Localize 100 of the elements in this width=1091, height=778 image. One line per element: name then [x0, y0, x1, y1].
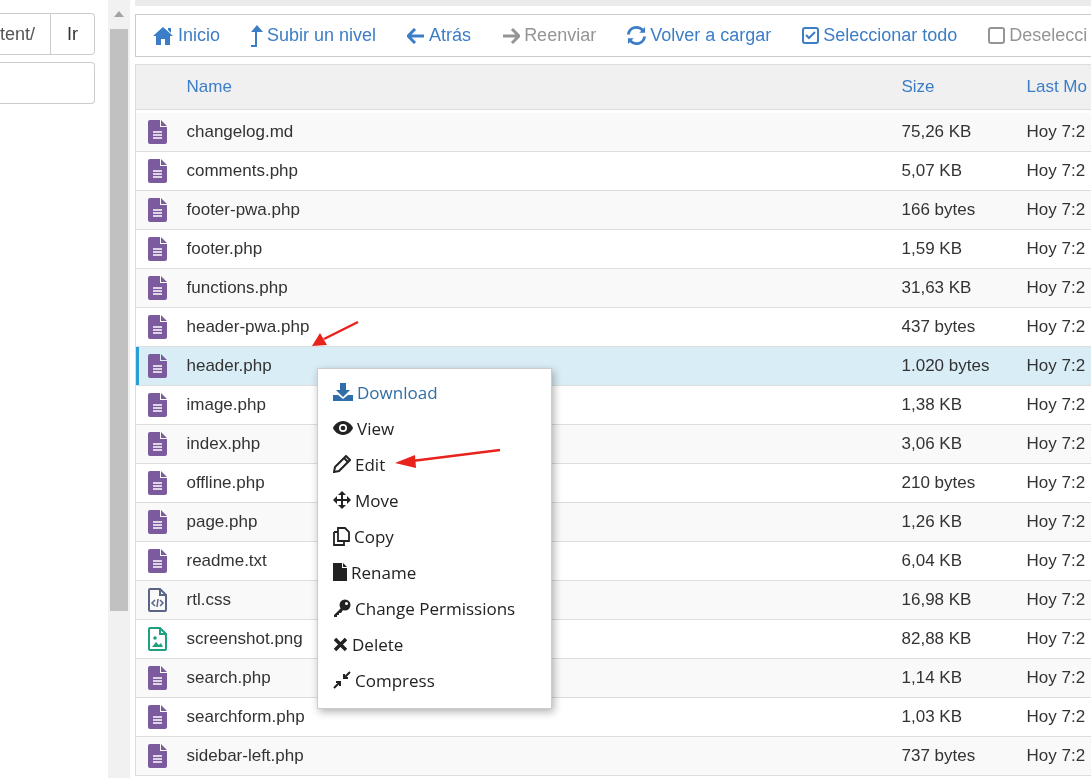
document-icon	[147, 393, 167, 417]
modified-date: Hoy 7:2	[1026, 551, 1086, 570]
modified-date: Hoy 7:2	[1026, 746, 1086, 765]
document-icon	[147, 471, 167, 495]
file-row[interactable]: sidebar-left.php 737 bytes Hoy 7:2	[135, 736, 1091, 776]
arrow-left-icon	[407, 27, 426, 44]
document-icon	[147, 237, 167, 261]
download-icon	[333, 383, 353, 401]
close-icon	[333, 636, 348, 652]
checkbox-icon	[988, 27, 1006, 44]
refresh-icon	[627, 26, 647, 45]
document-icon	[147, 510, 167, 534]
modified-date: Hoy 7:2	[1026, 707, 1086, 726]
modified-date: Hoy 7:2	[1026, 356, 1086, 375]
arrow-up-icon	[251, 24, 264, 47]
toolbar-button[interactable]: Seleccionar todo	[802, 25, 958, 46]
file-name: searchform.php	[186, 707, 305, 726]
file-name: page.php	[186, 512, 258, 531]
document-icon	[147, 705, 167, 729]
document-icon	[147, 119, 167, 144]
file-size: 16,98 KB	[901, 590, 972, 609]
toolbar-button[interactable]: Atrás	[407, 25, 472, 46]
file-size: 3,06 KB	[901, 434, 962, 453]
modified-date: Hoy 7:2	[1026, 200, 1086, 219]
file-name: comments.php	[186, 161, 298, 180]
toolbar-button[interactable]: Inicio	[152, 25, 221, 46]
modified-date: Hoy 7:2	[1026, 668, 1086, 687]
document-icon	[147, 744, 167, 768]
file-size: 82,88 KB	[901, 629, 972, 648]
file-size: 1,38 KB	[901, 395, 962, 414]
toolbar-button[interactable]: Volver a cargar	[627, 25, 772, 46]
copy-icon	[333, 526, 350, 546]
file-name: header.php	[186, 356, 272, 375]
file-size: 75,26 KB	[901, 121, 972, 141]
column-header[interactable]: Name	[178, 64, 894, 110]
file-size: 31,63 KB	[901, 278, 972, 297]
file-size: 6,04 KB	[901, 551, 962, 570]
file-size: 1,03 KB	[901, 707, 962, 726]
file-size: 1,59 KB	[901, 239, 962, 258]
file-size: 210 bytes	[901, 473, 976, 492]
file-name: image.php	[186, 395, 266, 414]
file-size: 737 bytes	[901, 746, 976, 765]
modified-date: Hoy 7:2	[1026, 629, 1086, 648]
go-button[interactable]: Ir	[50, 14, 94, 54]
document-icon	[147, 549, 167, 573]
path-field[interactable]: tent/ Ir	[0, 13, 95, 55]
file-name: rtl.css	[186, 590, 231, 609]
file-row[interactable]: comments.php 5,07 KB Hoy 7:2	[135, 151, 1091, 191]
document-icon	[147, 276, 167, 300]
file-size: 166 bytes	[901, 200, 976, 219]
compress-icon	[333, 671, 351, 689]
file-row[interactable]: footer-pwa.php 166 bytes Hoy 7:2	[135, 190, 1091, 230]
eye-icon	[333, 421, 353, 435]
toolbar-button[interactable]: Subir un nivel	[251, 24, 377, 47]
modified-date: Hoy 7:2	[1026, 121, 1086, 141]
modified-date: Hoy 7:2	[1026, 434, 1086, 453]
modified-date: Hoy 7:2	[1026, 473, 1086, 492]
file-size: 437 bytes	[901, 317, 976, 336]
menu-item[interactable]: Compress	[318, 662, 551, 698]
file-name: footer-pwa.php	[186, 200, 300, 219]
code-file-icon	[147, 588, 167, 612]
file-name: search.php	[186, 668, 271, 687]
modified-date: Hoy 7:2	[1026, 161, 1086, 180]
file-size: 5,07 KB	[901, 161, 962, 180]
file-name: readme.txt	[186, 551, 267, 570]
modified-date: Hoy 7:2	[1026, 278, 1086, 297]
file-name: screenshot.png	[186, 629, 303, 648]
key-icon	[333, 599, 351, 617]
file-name: sidebar-left.php	[186, 746, 304, 765]
column-header[interactable]: Size	[893, 64, 1019, 110]
arrow-right-icon	[502, 27, 521, 44]
file-name: index.php	[186, 434, 261, 453]
file-size: 1,14 KB	[901, 668, 962, 687]
checkbox-checked-icon	[802, 27, 820, 44]
file-row[interactable]: footer.php 1,59 KB Hoy 7:2	[135, 229, 1091, 269]
file-row[interactable]: header-pwa.php 437 bytes Hoy 7:2	[135, 307, 1091, 347]
move-icon	[333, 491, 351, 509]
file-row[interactable]: functions.php 31,63 KB Hoy 7:2	[135, 268, 1091, 308]
document-icon	[147, 666, 167, 690]
modified-date: Hoy 7:2	[1026, 395, 1086, 414]
annotation-arrow	[312, 320, 360, 346]
modified-date: Hoy 7:2	[1026, 512, 1086, 531]
file-name: changelog.md	[186, 121, 294, 141]
document-icon	[147, 159, 167, 183]
scrollbar-thumb[interactable]	[110, 29, 128, 611]
file-size: 1.020 bytes	[901, 356, 990, 375]
home-icon	[152, 25, 174, 46]
scroll-up-icon[interactable]	[114, 11, 124, 17]
modified-date: Hoy 7:2	[1026, 590, 1086, 609]
document-icon	[147, 198, 167, 222]
file-name: offline.php	[186, 473, 265, 492]
column-header[interactable]: Last Mo	[1018, 64, 1091, 110]
file-name: footer.php	[186, 239, 263, 258]
file-row[interactable]: changelog.md 75,26 KB Hoy 7:2	[135, 112, 1091, 152]
document-icon	[147, 354, 167, 378]
document-icon	[147, 432, 167, 456]
file-size: 1,26 KB	[901, 512, 962, 531]
text-field[interactable]	[0, 62, 95, 104]
pencil-icon	[333, 455, 351, 473]
modified-date: Hoy 7:2	[1026, 239, 1086, 258]
